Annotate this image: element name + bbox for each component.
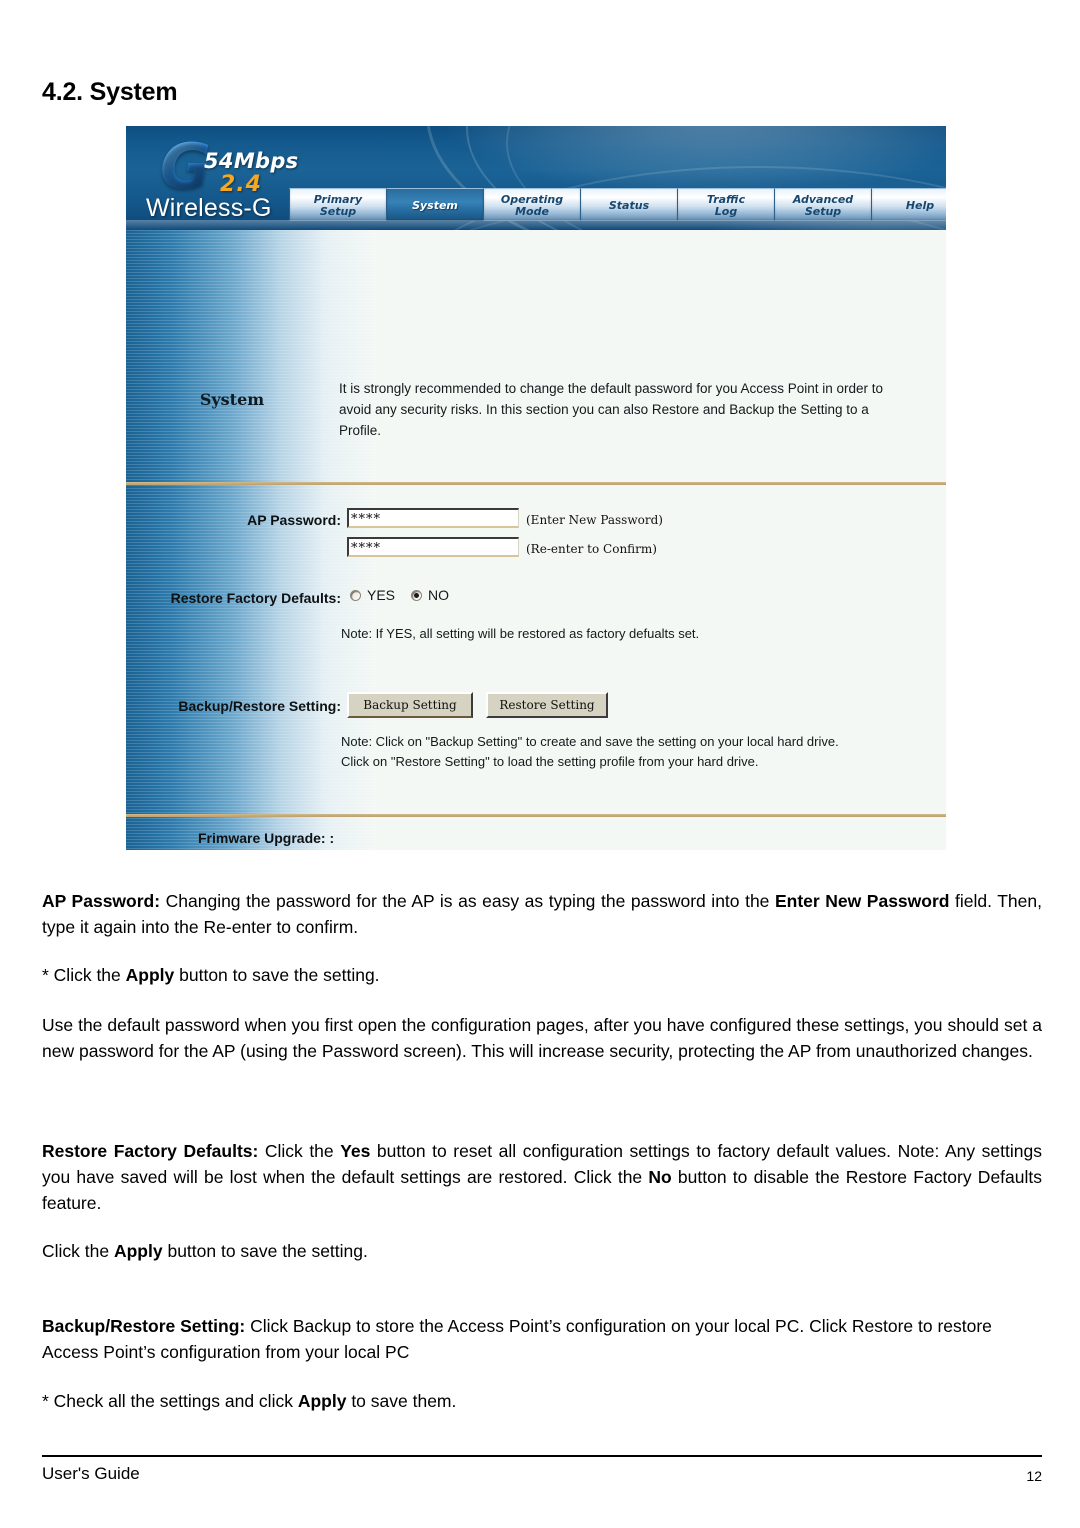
- paragraph-apply-note-2: Click the Apply button to save the setti…: [42, 1238, 1042, 1264]
- banner-bottom-highlight: [126, 220, 946, 230]
- tab-status[interactable]: Status: [581, 188, 678, 221]
- paragraph-text: Click the: [42, 1241, 114, 1261]
- tab-system[interactable]: System: [387, 188, 484, 221]
- backup-setting-button[interactable]: Backup Setting: [347, 692, 473, 718]
- ap-password-confirm-input[interactable]: ****: [347, 537, 519, 557]
- paragraph-default-password: Use the default password when you first …: [42, 1015, 1042, 1061]
- tab-label-line1: System: [412, 199, 458, 212]
- paragraph-ap-password: AP Password: Changing the password for t…: [42, 888, 1042, 940]
- restore-factory-defaults-label: Restore Factory Defaults:: [170, 590, 341, 606]
- tab-label-line1: Status: [608, 199, 650, 212]
- logo-product-label: Wireless-G: [146, 194, 272, 222]
- router-config-screenshot: G 54Mbps 2.4 Wireless-G Primary Setup Sy…: [126, 126, 946, 850]
- paragraph-lead-backup-restore: Backup/Restore Setting:: [42, 1316, 246, 1336]
- paragraph-text: * Check all the settings and click: [42, 1391, 298, 1411]
- firmware-upgrade-label: Frimware Upgrade: :: [198, 830, 335, 846]
- paragraph-restore-factory-defaults: Restore Factory Defaults: Click the Yes …: [42, 1138, 1042, 1216]
- restore-factory-defaults-note: Note: If YES, all setting will be restor…: [341, 626, 700, 641]
- paragraph-bold-enter-new-password: Enter New Password: [774, 891, 950, 911]
- router-banner: G 54Mbps 2.4 Wireless-G Primary Setup Sy…: [126, 126, 946, 230]
- tab-label-line2: Mode: [515, 205, 549, 218]
- paragraph-bold-apply: Apply: [125, 965, 175, 985]
- backup-restore-note-line2: Click on "Restore Setting" to load the s…: [341, 754, 759, 769]
- restore-factory-defaults-radio-group: YES NO: [350, 587, 449, 603]
- logo-speed-label: 54Mbps: [204, 149, 299, 173]
- tab-label-line2: Setup: [319, 205, 357, 218]
- paragraph-bold-no: No: [648, 1167, 672, 1187]
- ap-password-hint-confirm: (Re-enter to Confirm): [526, 542, 657, 556]
- paragraph-text: Click the: [258, 1141, 341, 1161]
- system-settings-form: AP Password: **** (Enter New Password) *…: [126, 230, 946, 850]
- ap-password-input[interactable]: ****: [347, 508, 519, 528]
- radio-label-no: NO: [428, 587, 450, 603]
- page-title: 4.2. System: [42, 78, 178, 106]
- paragraph-apply-note-1: * Click the Apply button to save the set…: [42, 962, 1042, 988]
- document-page: 4.2. System G 54Mbps 2.4 Wireless-G Prim…: [0, 0, 1080, 1528]
- ap-password-hint-new: (Enter New Password): [526, 513, 663, 527]
- tab-label-line2: Log: [714, 205, 738, 218]
- backup-restore-note: Note: Click on "Backup Setting" to creat…: [341, 732, 839, 772]
- paragraph-backup-restore-setting: Backup/Restore Setting: Click Backup to …: [42, 1313, 1042, 1365]
- paragraph-lead-ap-password: AP Password:: [42, 891, 161, 911]
- radio-label-yes: YES: [367, 587, 396, 603]
- paragraph-text: Changing the password for the AP is as e…: [160, 891, 775, 911]
- tab-help[interactable]: Help: [872, 188, 946, 221]
- paragraph-bold-apply: Apply: [297, 1391, 347, 1411]
- tab-label-line1: Help: [905, 199, 935, 212]
- footer-divider: [42, 1455, 1042, 1457]
- footer-page-number: 12: [1026, 1468, 1042, 1484]
- restore-setting-button[interactable]: Restore Setting: [486, 692, 608, 718]
- paragraph-text: button to save the setting.: [162, 1241, 368, 1261]
- ap-password-label: AP Password:: [247, 512, 341, 528]
- paragraph-text: to save them.: [346, 1391, 457, 1411]
- radio-option-yes[interactable]: YES: [350, 587, 395, 603]
- paragraph-text: * Click the: [42, 965, 126, 985]
- tab-operating-mode[interactable]: Operating Mode: [484, 188, 581, 221]
- paragraph-bold-apply: Apply: [113, 1241, 163, 1261]
- radio-icon-no[interactable]: [411, 589, 423, 601]
- router-content-area: System It is strongly recommended to cha…: [126, 230, 946, 850]
- backup-restore-note-line1: Note: Click on "Backup Setting" to creat…: [341, 734, 839, 749]
- paragraph-bold-yes: Yes: [340, 1141, 371, 1161]
- tab-advanced-setup[interactable]: Advanced Setup: [775, 188, 872, 221]
- tab-primary-setup[interactable]: Primary Setup: [289, 188, 387, 221]
- backup-restore-label: Backup/Restore Setting:: [178, 698, 341, 714]
- radio-option-no[interactable]: NO: [411, 587, 449, 603]
- paragraph-text: button to save the setting.: [174, 965, 380, 985]
- tab-traffic-log[interactable]: Traffic Log: [678, 188, 775, 221]
- radio-icon-yes[interactable]: [350, 589, 361, 601]
- tab-label-line2: Setup: [804, 205, 842, 218]
- paragraph-lead-restore-factory-defaults: Restore Factory Defaults:: [42, 1141, 259, 1161]
- footer-title: User's Guide: [42, 1464, 140, 1483]
- paragraph-apply-note-3: * Check all the settings and click Apply…: [42, 1388, 1042, 1414]
- main-navigation: Primary Setup System Operating Mode Stat…: [289, 188, 946, 221]
